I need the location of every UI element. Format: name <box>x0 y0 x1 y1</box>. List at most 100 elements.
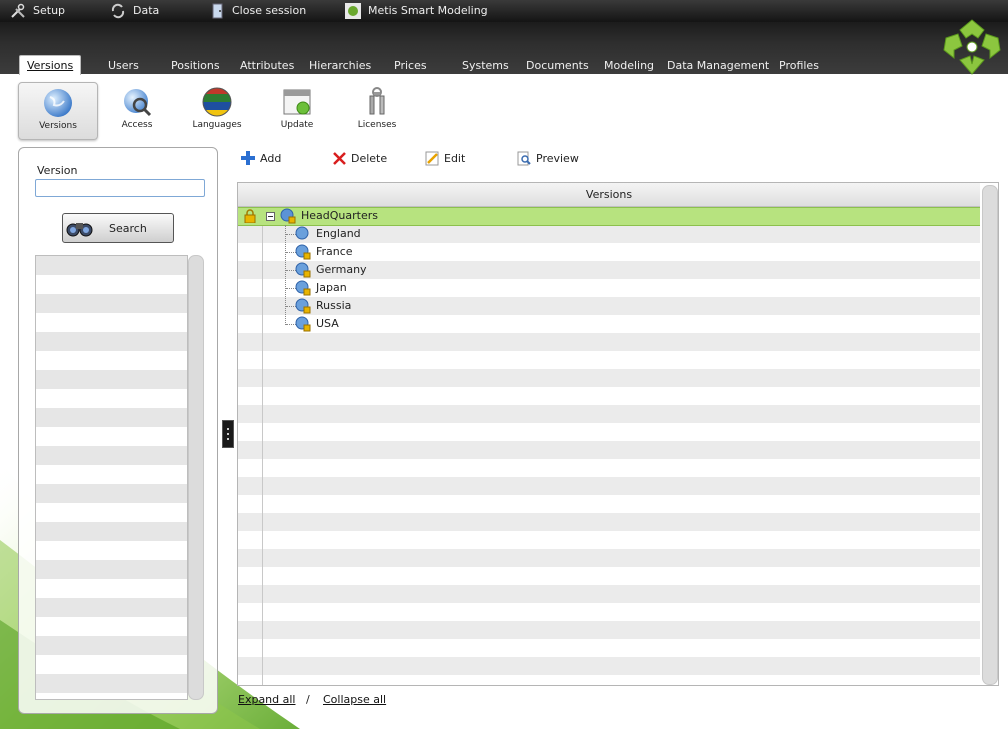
list-item[interactable] <box>36 655 187 674</box>
tab-prices[interactable]: Prices <box>394 58 427 74</box>
list-item[interactable] <box>36 617 187 636</box>
headquarters-label: HeadQuarters <box>301 209 378 222</box>
table-row[interactable] <box>238 387 980 405</box>
globe-magnifier-icon <box>124 89 152 117</box>
tab-systems[interactable]: Systems <box>462 58 509 74</box>
list-item[interactable] <box>36 370 187 389</box>
setup-label: Setup <box>33 4 66 17</box>
list-item[interactable] <box>36 465 187 484</box>
tree-node-russia[interactable]: Russia <box>295 297 351 315</box>
preview-button[interactable]: Preview <box>517 150 579 166</box>
version-result-list[interactable] <box>35 255 188 700</box>
list-item[interactable] <box>36 541 187 560</box>
delete-button[interactable]: Delete <box>332 150 387 166</box>
tab-attributes[interactable]: Attributes <box>240 58 294 74</box>
tool-update[interactable]: Update <box>258 82 336 138</box>
tool-versions[interactable]: Versions <box>18 82 98 140</box>
tree-node-usa[interactable]: USA <box>295 315 339 333</box>
tree-node-japan[interactable]: Japan <box>295 279 347 297</box>
tab-profiles[interactable]: Profiles <box>779 58 819 74</box>
list-item[interactable] <box>36 275 187 294</box>
main-header: Versions Users Positions Attributes Hier… <box>0 22 1008 75</box>
tool-access-label: Access <box>121 120 153 130</box>
list-item[interactable] <box>36 427 187 446</box>
list-item[interactable] <box>36 256 187 275</box>
table-row[interactable] <box>238 567 980 585</box>
grid-scrollbar[interactable] <box>982 185 998 685</box>
tree-node-france[interactable]: France <box>295 243 353 261</box>
version-input[interactable] <box>35 179 205 197</box>
delete-label: Delete <box>351 151 388 165</box>
table-row[interactable] <box>238 333 980 351</box>
close-session-menu[interactable]: Close session <box>211 0 306 22</box>
table-row[interactable] <box>238 495 980 513</box>
list-item[interactable] <box>36 636 187 655</box>
table-row[interactable] <box>238 351 980 369</box>
result-list-scrollbar[interactable] <box>188 255 204 700</box>
tree-node-germany[interactable]: Germany <box>295 261 367 279</box>
table-row[interactable] <box>238 315 980 333</box>
table-row[interactable] <box>238 585 980 603</box>
table-row[interactable] <box>238 441 980 459</box>
tree-node-label: Russia <box>316 299 352 312</box>
tab-modeling[interactable]: Modeling <box>604 58 654 74</box>
list-item[interactable] <box>36 484 187 503</box>
data-menu[interactable]: Data <box>110 0 159 22</box>
tab-users[interactable]: Users <box>108 58 139 74</box>
list-item[interactable] <box>36 598 187 617</box>
tab-versions[interactable]: Versions <box>19 55 82 75</box>
tab-data-management[interactable]: Data Management <box>667 58 769 74</box>
globe-icon <box>44 89 72 117</box>
list-item[interactable] <box>36 446 187 465</box>
tree-node-england[interactable]: England <box>295 225 361 243</box>
table-row[interactable] <box>238 459 980 477</box>
plus-icon <box>241 151 255 165</box>
list-item[interactable] <box>36 579 187 598</box>
table-row[interactable] <box>238 531 980 549</box>
calendar-refresh-icon <box>283 89 311 115</box>
table-row[interactable] <box>238 549 980 567</box>
list-item[interactable] <box>36 560 187 579</box>
collapse-toggle-icon[interactable] <box>266 211 275 221</box>
refresh-icon <box>111 3 125 19</box>
list-item[interactable] <box>36 332 187 351</box>
table-row[interactable] <box>238 423 980 441</box>
pencil-icon <box>425 151 439 165</box>
tree-node-label: Japan <box>316 281 347 294</box>
list-item[interactable] <box>36 693 187 699</box>
collapse-all-link[interactable]: Collapse all <box>323 693 386 706</box>
list-item[interactable] <box>36 313 187 332</box>
table-row[interactable] <box>238 513 980 531</box>
search-button[interactable]: Search <box>62 213 174 243</box>
list-item[interactable] <box>36 503 187 522</box>
tool-access[interactable]: Access <box>98 82 176 138</box>
data-label: Data <box>133 4 160 17</box>
table-row[interactable] <box>238 621 980 639</box>
table-row[interactable] <box>238 657 980 675</box>
add-button[interactable]: Add <box>240 150 281 166</box>
table-row[interactable] <box>238 639 980 657</box>
table-row[interactable] <box>238 369 980 387</box>
tab-positions[interactable]: Positions <box>171 58 220 74</box>
tool-languages[interactable]: Languages <box>178 82 256 138</box>
list-item[interactable] <box>36 351 187 370</box>
preview-label: Preview <box>536 151 579 165</box>
table-row[interactable] <box>238 603 980 621</box>
table-row[interactable] <box>238 477 980 495</box>
list-item[interactable] <box>36 389 187 408</box>
tab-documents[interactable]: Documents <box>526 58 589 74</box>
tool-licenses[interactable]: Licenses <box>338 82 416 138</box>
table-row[interactable] <box>238 675 980 685</box>
setup-menu[interactable]: Setup <box>10 0 65 22</box>
tab-hierarchies[interactable]: Hierarchies <box>309 58 371 74</box>
table-row[interactable] <box>238 279 980 297</box>
list-item[interactable] <box>36 294 187 313</box>
list-item[interactable] <box>36 408 187 427</box>
tree-node-headquarters[interactable]: HeadQuarters <box>266 207 378 225</box>
list-item[interactable] <box>36 674 187 693</box>
edit-button[interactable]: Edit <box>425 150 465 166</box>
expand-all-link[interactable]: Expand all <box>238 693 296 706</box>
panel-splitter-handle[interactable] <box>222 420 234 448</box>
table-row[interactable] <box>238 405 980 423</box>
list-item[interactable] <box>36 522 187 541</box>
